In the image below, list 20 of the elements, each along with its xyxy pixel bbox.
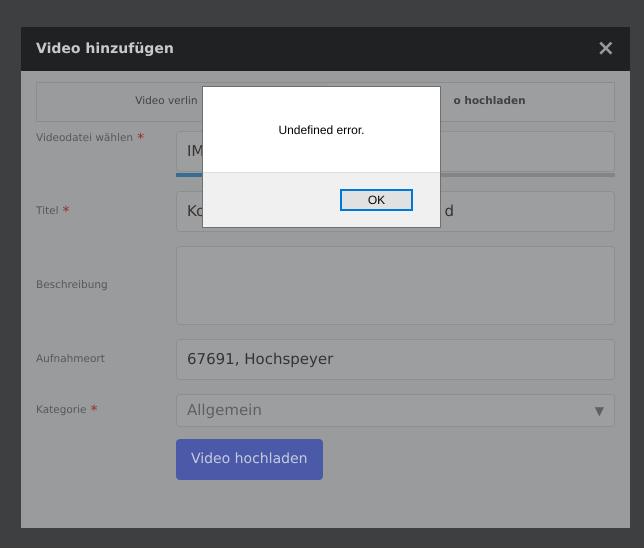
caret-icon: ▼ [594, 402, 604, 420]
input-field[interactable]: 67691, Hochspeyer [176, 339, 615, 380]
field-label: Videodatei wählen [36, 131, 134, 146]
select-field[interactable]: Allgemein ▼ [176, 394, 615, 427]
field-label: Aufnahmeort [36, 352, 105, 367]
required-mark: * [90, 404, 98, 418]
ok-button[interactable]: OK [340, 189, 413, 211]
field-value: 67691, Hochspeyer [187, 349, 334, 370]
field-value: d [444, 201, 454, 222]
upload-button[interactable]: Video hochladen [176, 439, 323, 480]
modal-title: Video hinzufügen [36, 40, 174, 58]
field-label: Kategorie [36, 402, 86, 418]
field-value: Allgemein [187, 400, 262, 422]
tab[interactable]: Video verlin [37, 83, 330, 121]
close-button[interactable]: × [596, 38, 615, 60]
required-mark: * [137, 132, 144, 146]
field-label: Beschreibung [36, 278, 108, 293]
required-mark: * [62, 204, 70, 218]
alert-message: Undefined error. [278, 122, 365, 138]
field-label: Titel [36, 204, 59, 219]
